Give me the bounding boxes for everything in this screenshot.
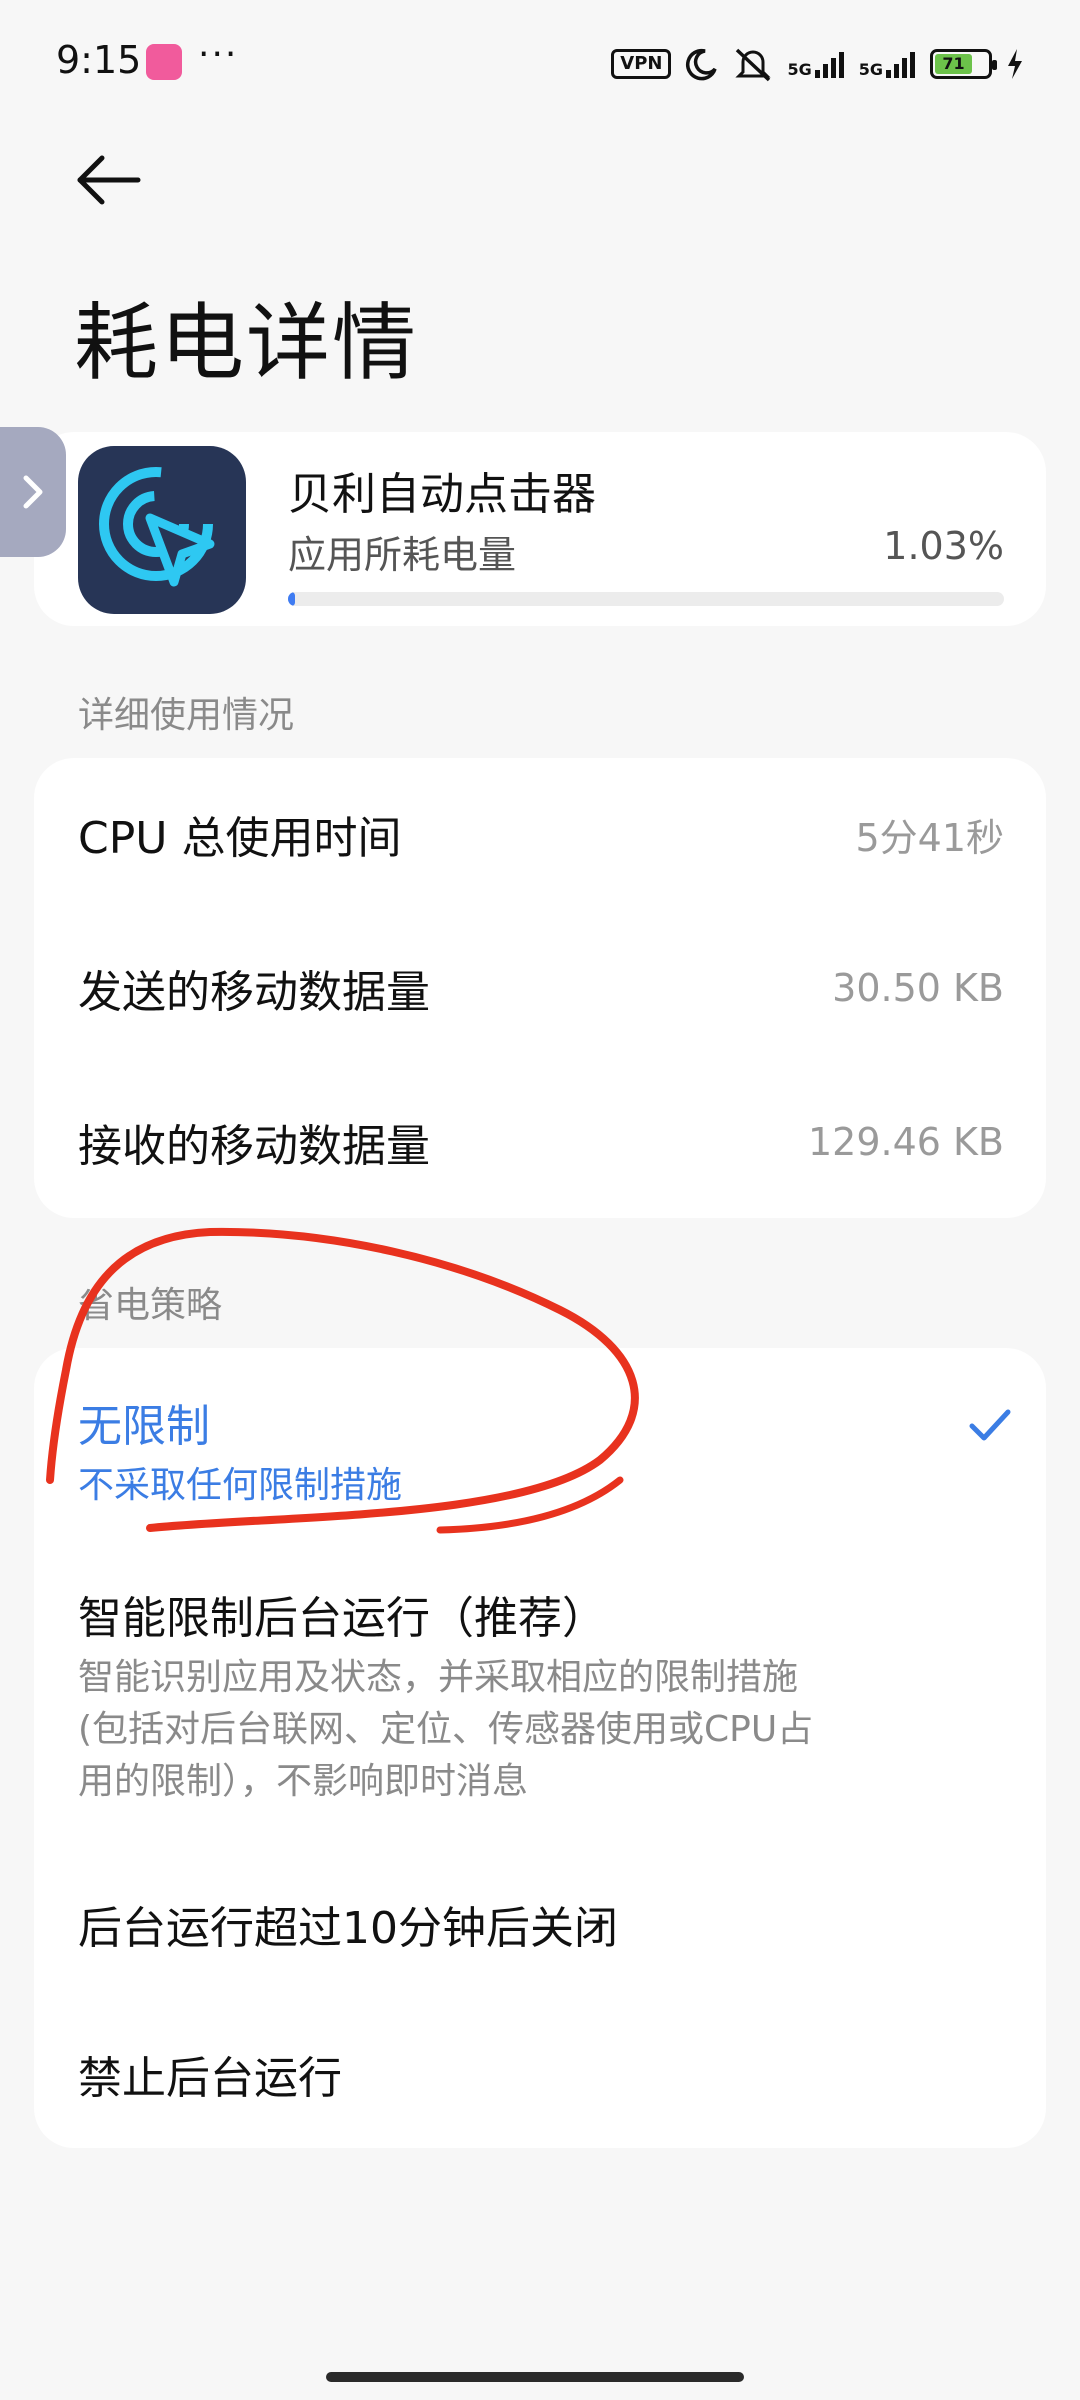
policy-option-title: 禁止后台运行 bbox=[78, 2053, 342, 2104]
signal-1-label: 5G bbox=[787, 60, 812, 79]
policy-option-desc-line: 智能识别应用及状态，并采取相应的限制措施 bbox=[78, 1657, 799, 1698]
detail-row-sent-data: 发送的移动数据量 30.50 KB bbox=[78, 938, 1004, 1038]
home-indicator[interactable] bbox=[326, 2372, 744, 2382]
signal-1-icon: 5G bbox=[787, 50, 844, 78]
detail-row-value: 5分41秒 bbox=[855, 815, 1004, 860]
policy-option-desc-line: (包括对后台联网、定位、传感器使用或CPU占 bbox=[78, 1709, 814, 1750]
policy-option-close-after-10min[interactable]: 后台运行超过10分钟后关闭 bbox=[78, 1892, 1004, 1956]
status-time: 9:15 bbox=[56, 38, 142, 82]
policy-option-title: 无限制 bbox=[78, 1401, 210, 1452]
battery-icon: 71 bbox=[930, 49, 997, 79]
app-icon bbox=[78, 446, 246, 614]
detail-row-label: CPU 总使用时间 bbox=[78, 813, 402, 864]
status-bar: 9:15 ··· VPN 5G 5G 71 bbox=[0, 0, 1080, 120]
detail-usage-card: CPU 总使用时间 5分41秒 发送的移动数据量 30.50 KB 接收的移动数… bbox=[34, 758, 1046, 1218]
policy-option-title: 后台运行超过10分钟后关闭 bbox=[78, 1903, 618, 1954]
app-usage-card: 贝利自动点击器 应用所耗电量 1.03% bbox=[34, 432, 1046, 626]
side-expand-tab[interactable] bbox=[0, 427, 66, 557]
detail-row-label: 接收的移动数据量 bbox=[78, 1121, 430, 1172]
usage-label: 应用所耗电量 bbox=[288, 533, 517, 577]
policy-option-smart-restrict[interactable]: 智能限制后台运行（推荐） 智能识别应用及状态，并采取相应的限制措施 (包括对后台… bbox=[78, 1582, 1004, 1808]
page-title: 耗电详情 bbox=[74, 294, 419, 392]
notification-app-icon bbox=[146, 44, 182, 80]
selected-check-icon bbox=[969, 1409, 1011, 1441]
back-button[interactable] bbox=[74, 150, 144, 210]
policy-option-desc: 不采取任何限制措施 bbox=[78, 1465, 403, 1506]
signal-2-icon: 5G bbox=[859, 50, 916, 78]
policy-option-block-background[interactable]: 禁止后台运行 bbox=[78, 2042, 1004, 2106]
status-icons: VPN 5G 5G 71 bbox=[611, 44, 1024, 84]
policy-option-desc-line: 用的限制），不影响即时消息 bbox=[78, 1761, 529, 1802]
detail-row-received-data: 接收的移动数据量 129.46 KB bbox=[78, 1092, 1004, 1192]
policy-option-title: 智能限制后台运行（推荐） bbox=[78, 1593, 606, 1644]
vpn-icon: VPN bbox=[611, 49, 672, 79]
detail-row-label: 发送的移动数据量 bbox=[78, 967, 430, 1018]
charging-icon bbox=[1008, 49, 1022, 79]
usage-progress-fill bbox=[288, 592, 296, 606]
detail-row-cpu: CPU 总使用时间 5分41秒 bbox=[78, 784, 1004, 884]
do-not-disturb-icon bbox=[686, 48, 718, 81]
usage-value: 1.03% bbox=[883, 524, 1004, 568]
policy-section-label: 省电策略 bbox=[78, 1285, 223, 1326]
back-arrow-icon bbox=[77, 155, 141, 205]
auto-clicker-icon bbox=[99, 467, 215, 587]
detail-row-value: 129.46 KB bbox=[807, 1120, 1004, 1164]
policy-option-desc: 智能识别应用及状态，并采取相应的限制措施 (包括对后台联网、定位、传感器使用或C… bbox=[78, 1652, 1004, 1808]
mute-icon bbox=[735, 48, 772, 82]
detail-row-value: 30.50 KB bbox=[832, 966, 1004, 1010]
app-name: 贝利自动点击器 bbox=[288, 469, 596, 520]
detail-section-label: 详细使用情况 bbox=[78, 695, 295, 736]
usage-progress-bar bbox=[288, 592, 1004, 606]
chevron-right-icon bbox=[23, 475, 43, 509]
battery-policy-card: 无限制 不采取任何限制措施 智能限制后台运行（推荐） 智能识别应用及状态，并采取… bbox=[34, 1348, 1046, 2148]
policy-option-unrestricted[interactable]: 无限制 不采取任何限制措施 bbox=[78, 1390, 1004, 1512]
signal-2-label: 5G bbox=[858, 60, 883, 79]
more-notifications-icon: ··· bbox=[198, 34, 239, 75]
battery-level: 71 bbox=[935, 54, 972, 74]
